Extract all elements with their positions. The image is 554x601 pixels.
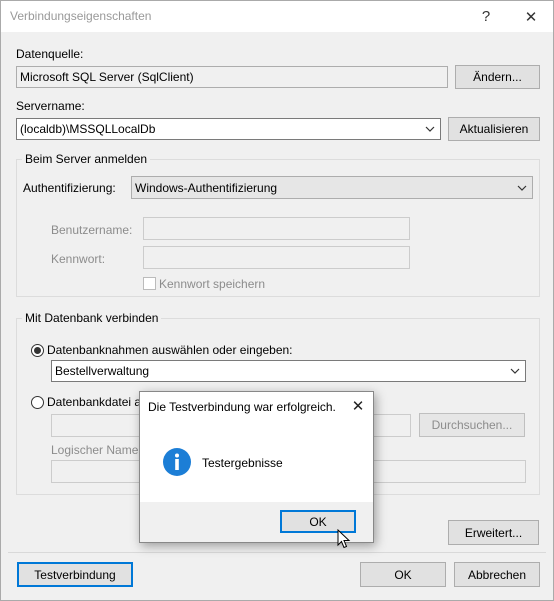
messagebox-text: Testergebnisse bbox=[202, 456, 283, 470]
save-password-label: Kennwort speichern bbox=[159, 277, 266, 291]
messagebox-close-button[interactable]: ✕ bbox=[345, 394, 371, 418]
servername-value: (localdb)\MSSQLLocalDb bbox=[20, 122, 156, 136]
info-icon bbox=[163, 448, 191, 476]
servername-label: Servername: bbox=[16, 99, 85, 113]
database-value: Bestellverwaltung bbox=[55, 364, 150, 378]
username-label: Benutzername: bbox=[51, 223, 133, 237]
logical-name-label: Logischer Name: bbox=[51, 443, 142, 457]
datasource-field: Microsoft SQL Server (SqlClient) bbox=[16, 66, 448, 88]
login-group-label: Beim Server anmelden bbox=[22, 152, 151, 166]
chevron-down-icon[interactable] bbox=[515, 181, 529, 195]
refresh-button[interactable]: Aktualisieren bbox=[448, 117, 540, 141]
close-button[interactable]: ✕ bbox=[513, 1, 549, 32]
change-datasource-button[interactable]: Ändern... bbox=[455, 65, 540, 89]
footer-separator bbox=[8, 552, 546, 553]
ok-button[interactable]: OK bbox=[360, 562, 446, 587]
window-title: Verbindungseigenschaften bbox=[10, 9, 152, 23]
close-icon: ✕ bbox=[351, 398, 365, 415]
title-bar: Verbindungseigenschaften ? ✕ bbox=[1, 1, 553, 32]
select-database-radio[interactable] bbox=[31, 344, 44, 357]
username-field[interactable] bbox=[143, 217, 410, 240]
test-connection-button[interactable]: Testverbindung bbox=[17, 562, 133, 587]
password-field[interactable] bbox=[143, 246, 410, 269]
close-icon: ✕ bbox=[524, 8, 538, 26]
chevron-down-icon[interactable] bbox=[508, 364, 522, 378]
auth-label: Authentifizierung: bbox=[23, 181, 116, 195]
chevron-down-icon[interactable] bbox=[423, 122, 437, 136]
save-password-checkbox[interactable] bbox=[143, 277, 156, 290]
attach-file-radio[interactable] bbox=[31, 396, 44, 409]
cancel-button[interactable]: Abbrechen bbox=[454, 562, 540, 587]
datasource-label: Datenquelle: bbox=[16, 47, 84, 61]
browse-button[interactable]: Durchsuchen... bbox=[419, 413, 525, 437]
auth-combobox[interactable]: Windows-Authentifizierung bbox=[131, 176, 533, 199]
help-icon: ? bbox=[481, 8, 491, 25]
select-database-label: Datenbanknahmen auswählen oder eingeben: bbox=[47, 343, 293, 357]
servername-combobox[interactable]: (localdb)\MSSQLLocalDb bbox=[16, 118, 441, 140]
database-group-label: Mit Datenbank verbinden bbox=[22, 311, 162, 325]
radio-dot bbox=[34, 347, 41, 354]
attach-file-label: Datenbankdatei an bbox=[47, 395, 148, 409]
auth-value: Windows-Authentifizierung bbox=[135, 180, 278, 195]
mouse-cursor-icon bbox=[337, 529, 351, 549]
test-result-messagebox: Die Testverbindung war erfolgreich. ✕ Te… bbox=[139, 391, 374, 543]
messagebox-title: Die Testverbindung war erfolgreich. bbox=[148, 400, 336, 414]
password-label: Kennwort: bbox=[51, 252, 106, 266]
help-button[interactable]: ? bbox=[468, 1, 504, 32]
advanced-button[interactable]: Erweitert... bbox=[448, 520, 539, 545]
database-combobox[interactable]: Bestellverwaltung bbox=[51, 360, 526, 382]
